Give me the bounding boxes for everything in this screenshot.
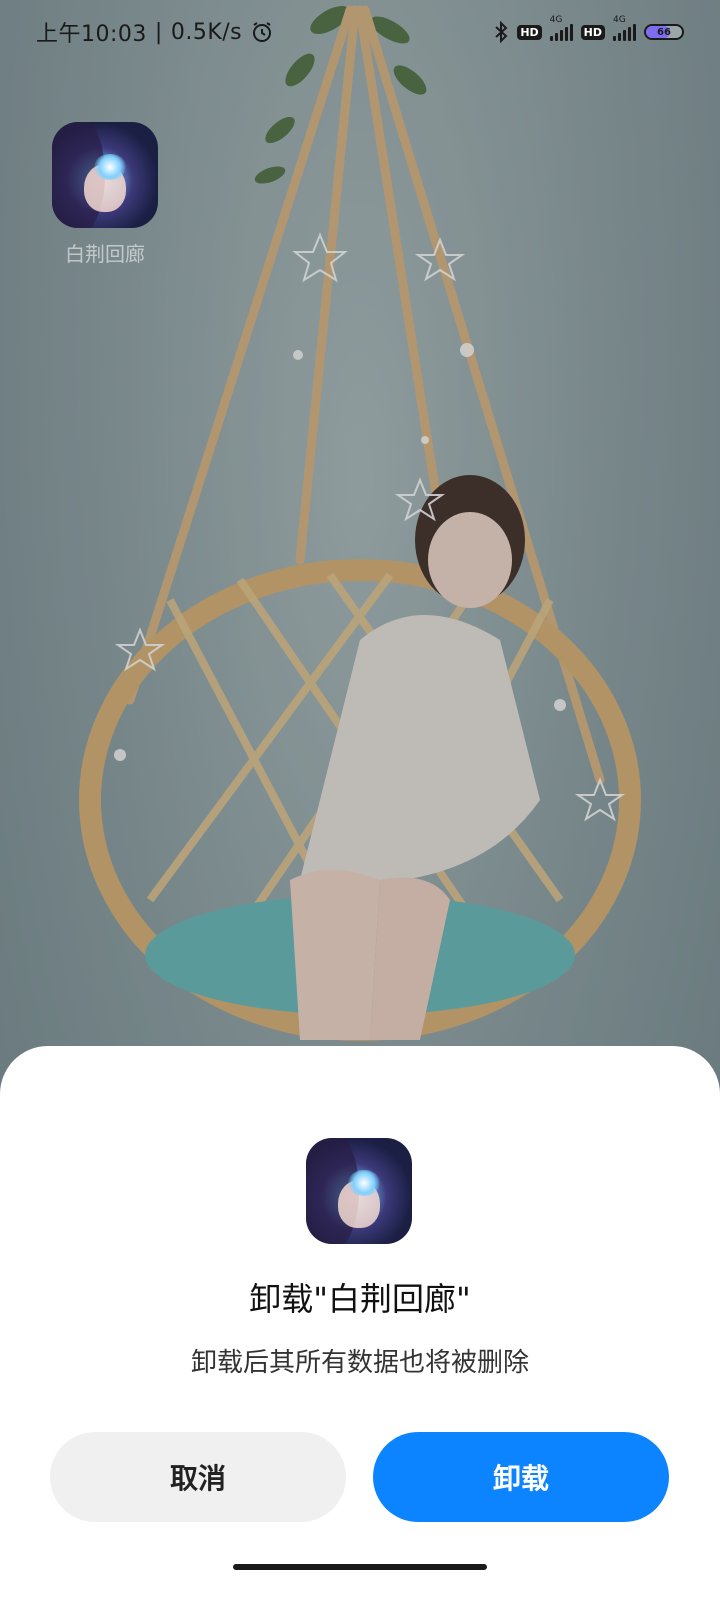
sim2-signal-icon: 4G xyxy=(613,15,636,41)
uninstall-button[interactable]: 卸载 xyxy=(373,1432,669,1522)
network-speed: 0.5K/s xyxy=(170,19,243,45)
sim2-hd-badge: HD xyxy=(580,24,605,40)
app-icon xyxy=(52,122,158,228)
bluetooth-icon xyxy=(495,20,508,44)
dialog-title: 卸载"白荆回廊" xyxy=(249,1280,471,1318)
clock: 上午10:03 xyxy=(36,22,147,47)
sim2-network-type: 4G xyxy=(613,15,626,25)
sim1-network-type: 4G xyxy=(549,15,563,25)
battery-level: 66 xyxy=(657,26,671,38)
sim1-signal-icon: 4G xyxy=(549,15,573,41)
dialog-message: 卸载后其所有数据也将被删除 xyxy=(190,1348,529,1378)
status-bar-left: 上午10:03 | 0.5K/s xyxy=(36,16,274,48)
uninstall-dialog: 卸载"白荆回廊" 卸载后其所有数据也将被删除 取消 卸载 xyxy=(0,1046,720,1600)
alarm-icon xyxy=(253,22,272,42)
battery-icon: 66 xyxy=(644,24,684,40)
status-bar-right: HD 4G HD 4G 66 xyxy=(493,15,684,44)
home-app-baijinghuilang[interactable]: 白荆回廊 xyxy=(52,122,158,267)
status-separator: | xyxy=(154,19,163,45)
sim1-hd-badge: HD xyxy=(517,24,542,40)
home-indicator[interactable] xyxy=(233,1564,487,1570)
status-bar: 上午10:03 | 0.5K/s HD 4G HD 4G 66 xyxy=(0,0,720,64)
dialog-app-icon xyxy=(306,1138,412,1244)
cancel-button[interactable]: 取消 xyxy=(50,1432,346,1522)
app-label: 白荆回廊 xyxy=(65,242,145,266)
